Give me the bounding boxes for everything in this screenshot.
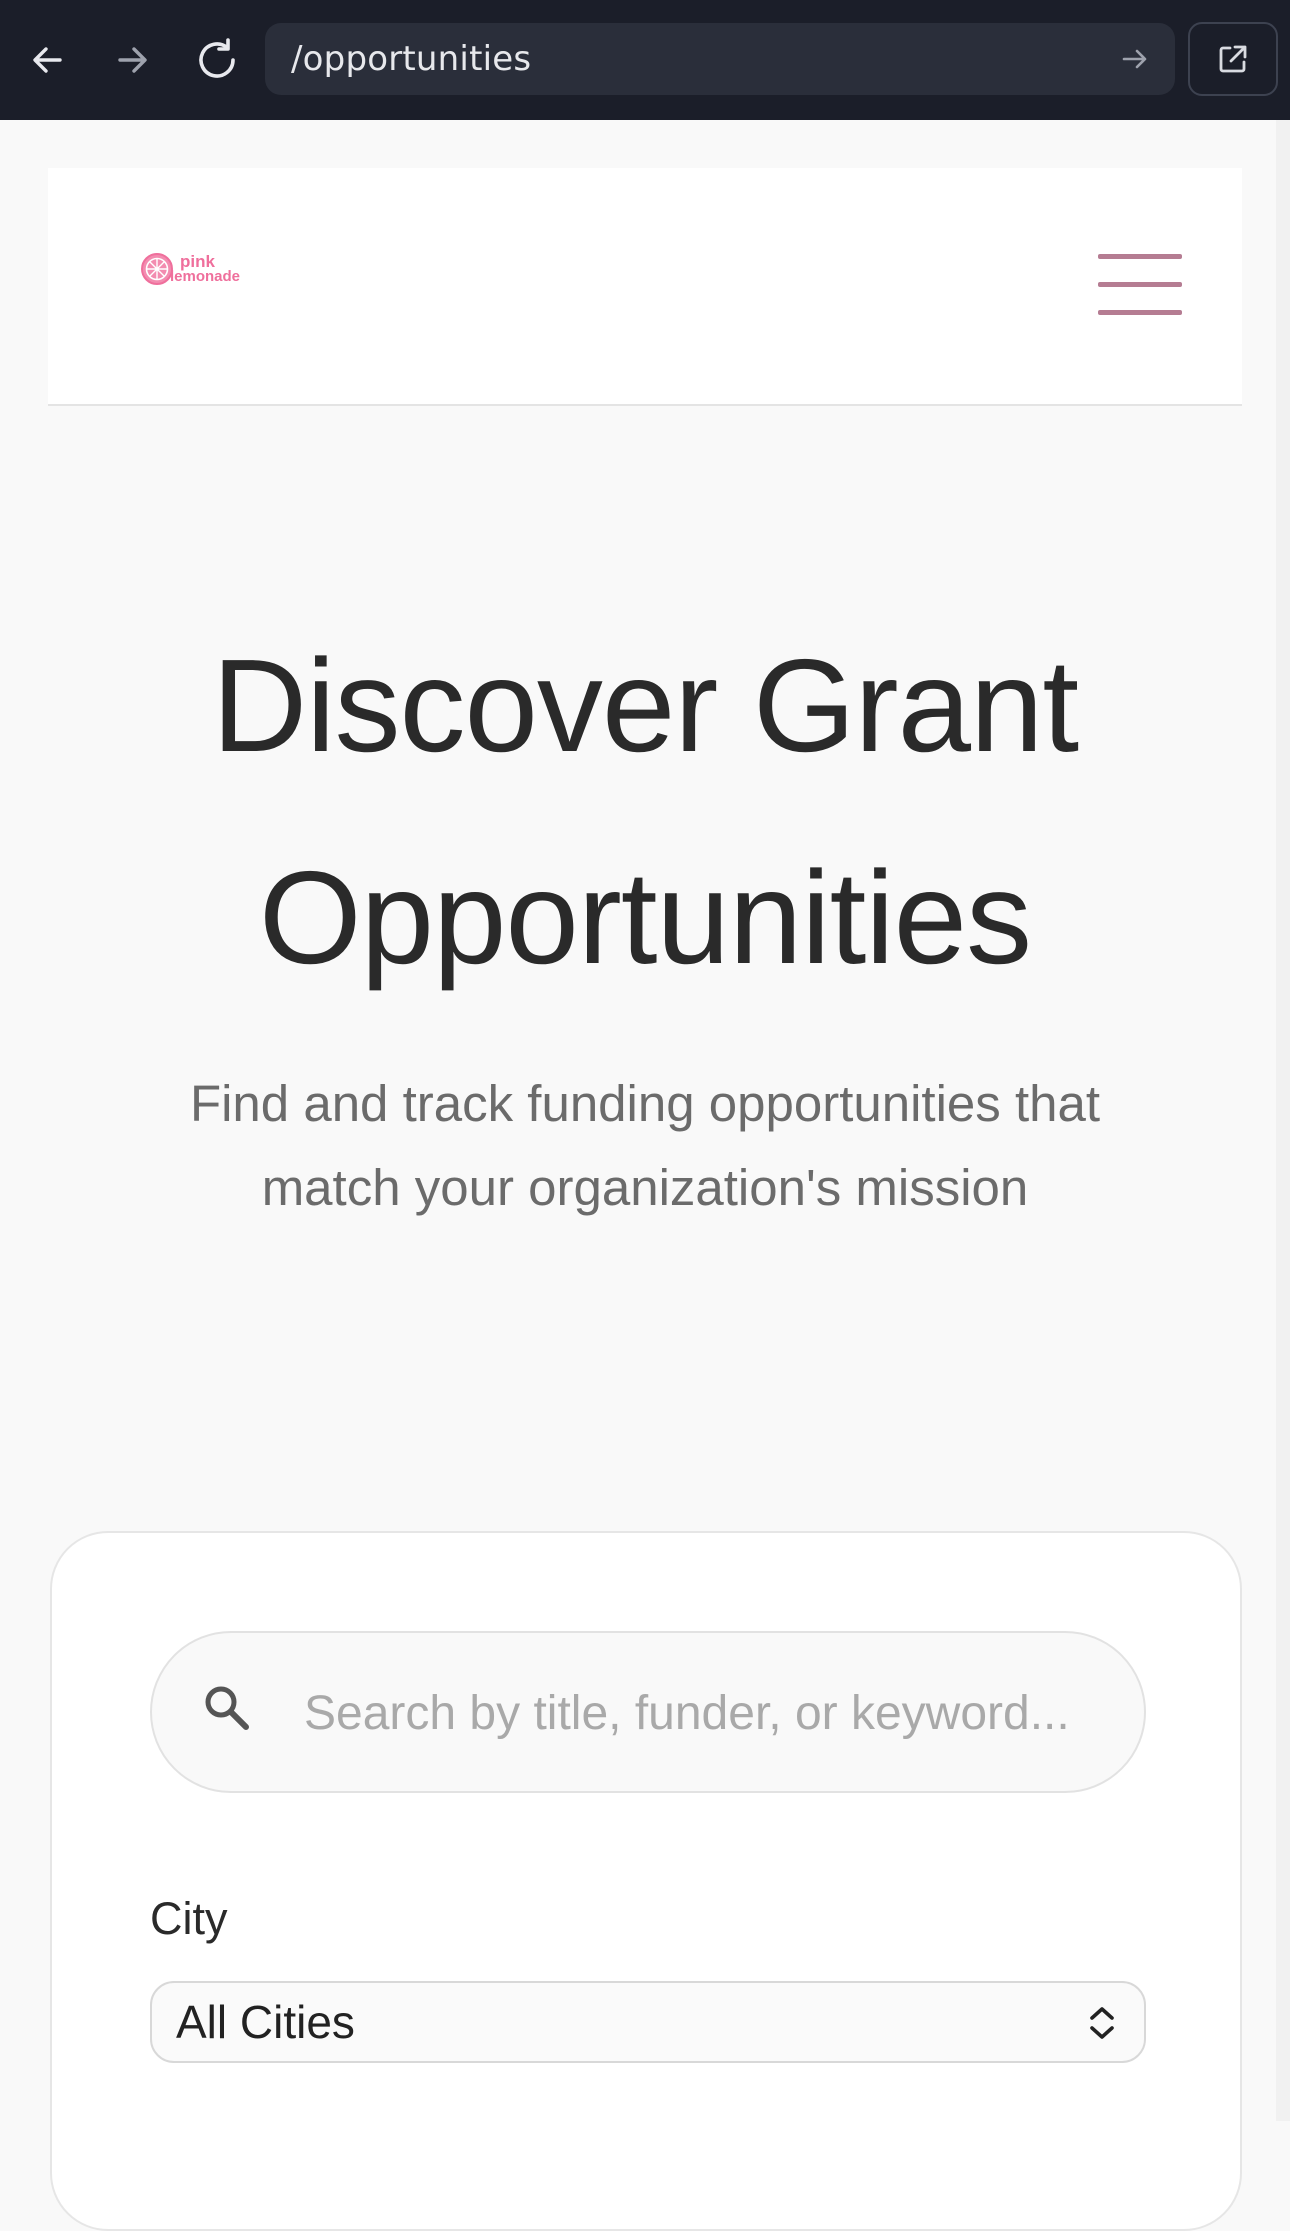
brand-logo[interactable]: pink lemonade	[140, 252, 240, 286]
site-header: pink lemonade	[48, 168, 1242, 406]
reload-icon	[199, 38, 235, 78]
external-link-icon	[1219, 45, 1247, 73]
address-bar[interactable]: /opportunities	[265, 23, 1175, 95]
city-select[interactable]: All Cities	[150, 1981, 1146, 2063]
url-text[interactable]: /opportunities	[291, 39, 531, 79]
hamburger-menu-icon[interactable]	[1098, 254, 1184, 318]
city-label: City	[150, 1893, 228, 1944]
reload-button[interactable]	[187, 30, 247, 90]
page-title: Discover Grant Opportunities	[0, 600, 1290, 1024]
brand-line-1: pink	[180, 252, 215, 271]
brand-line-2: lemonade	[170, 268, 241, 285]
page-subtitle: Find and track funding opportunities tha…	[189, 1075, 1101, 1216]
filter-card: City All Cities	[50, 1531, 1242, 2231]
lemon-slice-icon	[141, 253, 173, 285]
arrow-left-icon	[33, 47, 62, 73]
page-title-line-2: Opportunities	[258, 844, 1032, 991]
search-input[interactable]	[302, 1673, 1102, 1753]
search-box[interactable]	[150, 1631, 1146, 1793]
page-title-line-1: Discover Grant	[211, 632, 1079, 779]
chevron-up-down-icon	[1090, 2007, 1114, 2039]
brand-wordmark: pink lemonade	[170, 252, 240, 284]
search-icon	[205, 1686, 249, 1730]
browser-toolbar: /opportunities	[0, 0, 1290, 120]
city-selected-value[interactable]: All Cities	[176, 1995, 355, 2049]
back-button[interactable]	[18, 30, 78, 90]
go-button[interactable]	[1113, 37, 1157, 81]
arrow-right-icon	[1122, 49, 1147, 69]
arrow-right-icon	[118, 47, 147, 73]
forward-button[interactable]	[102, 30, 162, 90]
open-external-button[interactable]	[1188, 22, 1278, 96]
page-scrollbar[interactable]	[1276, 120, 1290, 2121]
